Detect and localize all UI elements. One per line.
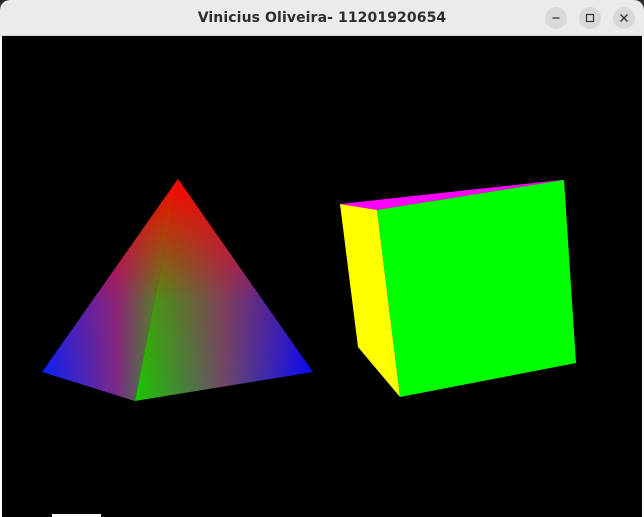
pyramid-apex-shading [42, 179, 313, 401]
maximize-button[interactable] [579, 7, 601, 29]
maximize-icon [585, 13, 595, 23]
close-button[interactable] [613, 7, 635, 29]
minimize-icon [552, 17, 560, 19]
close-icon [620, 14, 628, 22]
render-canvas[interactable] [2, 36, 642, 517]
title-bar[interactable]: Vinicius Oliveira- 11201920654 [0, 0, 644, 36]
3d-scene [42, 179, 576, 401]
app-window: Vinicius Oliveira- 11201920654 [0, 0, 644, 517]
cube-front-face [377, 180, 576, 397]
window-border-left [0, 36, 2, 517]
minimize-button[interactable] [545, 7, 567, 29]
